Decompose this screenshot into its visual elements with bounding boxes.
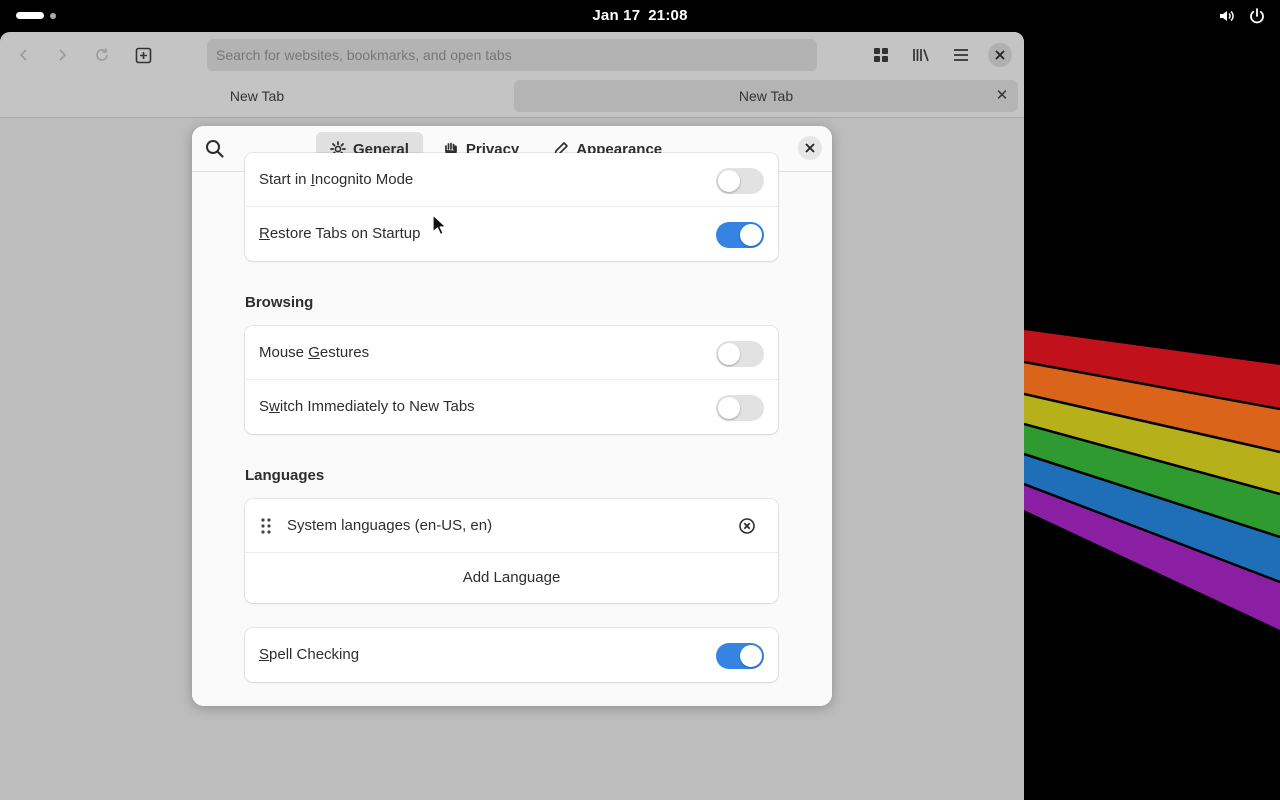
- window-close-button[interactable]: [986, 41, 1014, 69]
- dialog-close-button[interactable]: [798, 136, 822, 160]
- main-menu-button[interactable]: [947, 41, 975, 69]
- close-icon: [805, 143, 815, 153]
- power-icon[interactable]: [1248, 7, 1266, 25]
- forward-button[interactable]: [48, 41, 76, 69]
- library-button[interactable]: [907, 41, 935, 69]
- restore-tabs-row[interactable]: Restore Tabs on Startup: [245, 207, 778, 261]
- mouse-gestures-label: Mouse Gestures: [259, 344, 370, 361]
- system-tray[interactable]: [1218, 7, 1266, 25]
- switch-new-tabs-row[interactable]: Switch Immediately to New Tabs: [245, 380, 778, 434]
- remove-circle-icon[interactable]: [738, 517, 756, 535]
- search-icon[interactable]: [204, 138, 226, 160]
- url-search-input[interactable]: Search for websites, bookmarks, and open…: [207, 39, 817, 71]
- library-icon: [913, 49, 929, 62]
- chevron-left-icon: [19, 49, 27, 61]
- clock-time: 21:08: [648, 7, 688, 24]
- switch-new-tabs-toggle[interactable]: [716, 395, 764, 421]
- mouse-gestures-toggle[interactable]: [716, 341, 764, 367]
- browsing-group: Mouse Gestures Switch Immediately to New…: [245, 326, 778, 434]
- switch-new-tabs-label: Switch Immediately to New Tabs: [259, 398, 475, 415]
- back-button[interactable]: [10, 41, 38, 69]
- reload-icon: [96, 48, 108, 61]
- mouse-gestures-row[interactable]: Mouse Gestures: [245, 326, 778, 380]
- browsing-section-title: Browsing: [245, 294, 314, 311]
- close-icon: [988, 43, 1012, 67]
- incognito-toggle[interactable]: [716, 168, 764, 194]
- spell-group: Spell Checking: [245, 628, 778, 682]
- incognito-row[interactable]: Start in Incognito Mode: [245, 153, 778, 207]
- new-tab-icon: [135, 47, 151, 63]
- tab-bar: New Tab New Tab ✕: [0, 78, 1024, 118]
- spell-checking-label: Spell Checking: [259, 646, 360, 663]
- rainbow-stripes-image: [1024, 330, 1280, 630]
- tab-overview-button[interactable]: [867, 41, 895, 69]
- chevron-right-icon: [59, 49, 67, 61]
- spell-checking-toggle[interactable]: [716, 643, 764, 669]
- tab[interactable]: New Tab: [6, 80, 508, 112]
- top-bar: Jan 17 21:08: [0, 0, 1280, 32]
- languages-section-title: Languages: [245, 467, 325, 484]
- incognito-label: Start in Incognito Mode: [259, 171, 414, 188]
- reload-button[interactable]: [88, 41, 116, 69]
- drag-handle-icon[interactable]: [260, 518, 272, 534]
- add-language-button[interactable]: Add Language: [245, 553, 778, 603]
- preferences-dialog: General Privacy Appearance Start in Inco…: [192, 126, 832, 706]
- preferences-content: Start in Incognito Mode Restore Tabs on …: [192, 153, 832, 706]
- language-row[interactable]: System languages (en-US, en): [245, 499, 778, 553]
- restore-tabs-toggle[interactable]: [716, 222, 764, 248]
- tab-active[interactable]: New Tab ✕: [514, 80, 1018, 112]
- restore-tabs-label: Restore Tabs on Startup: [259, 225, 421, 242]
- grid-icon: [874, 48, 888, 62]
- browser-headerbar: Search for websites, bookmarks, and open…: [0, 32, 1024, 78]
- clock[interactable]: Jan 17 21:08: [0, 7, 1280, 24]
- tab-label: New Tab: [738, 88, 794, 104]
- startup-group: Start in Incognito Mode Restore Tabs on …: [245, 153, 778, 261]
- new-tab-button[interactable]: [129, 41, 157, 69]
- language-label: System languages (en-US, en): [287, 517, 493, 534]
- desktop-wallpaper: [1024, 32, 1280, 800]
- volume-icon[interactable]: [1218, 7, 1236, 25]
- spell-checking-row[interactable]: Spell Checking: [245, 628, 778, 682]
- tab-label: New Tab: [229, 88, 285, 104]
- clock-date: Jan 17: [592, 7, 641, 24]
- tab-close-icon[interactable]: ✕: [994, 80, 1010, 112]
- languages-group: System languages (en-US, en) Add Languag…: [245, 499, 778, 603]
- hamburger-menu-icon: [954, 49, 968, 61]
- mouse-cursor-icon: [432, 214, 446, 236]
